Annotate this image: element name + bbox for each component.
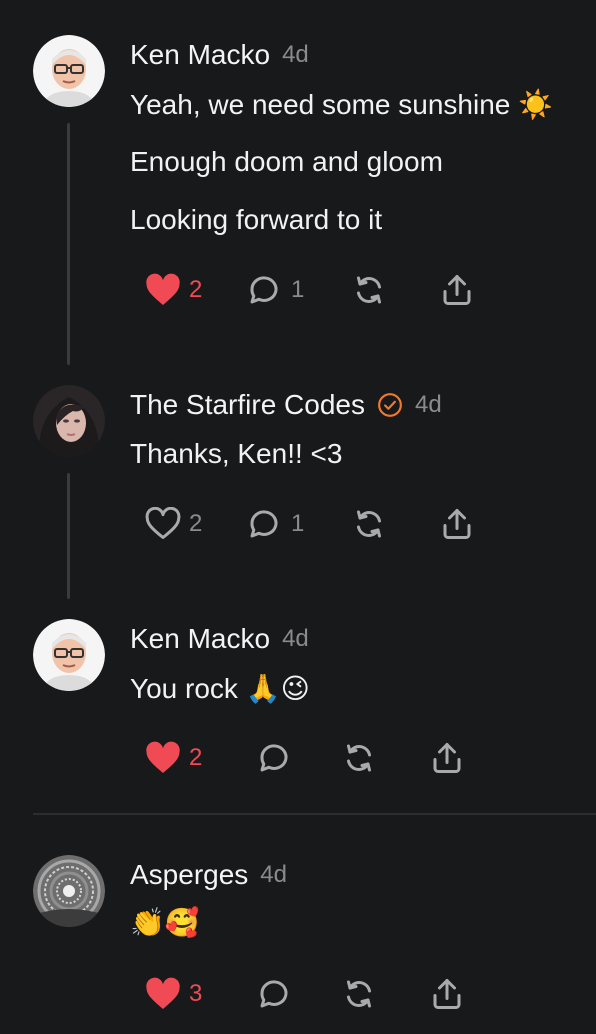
share-button[interactable] xyxy=(439,506,475,542)
like-button[interactable]: 3 xyxy=(145,977,255,1011)
heart-icon xyxy=(146,741,180,773)
repost-button[interactable] xyxy=(351,272,439,308)
repost-button[interactable] xyxy=(341,976,429,1012)
timestamp: 4d xyxy=(415,391,442,418)
like-button[interactable]: 2 xyxy=(145,273,245,307)
post-text-line: 👏🥰 xyxy=(130,907,200,938)
post-text-line: Looking forward to it xyxy=(130,204,383,235)
heart-icon xyxy=(146,977,180,1009)
share-icon xyxy=(443,275,471,305)
avatar[interactable] xyxy=(33,385,105,457)
avatar[interactable] xyxy=(33,855,105,927)
avatar[interactable] xyxy=(33,35,105,107)
reply-button[interactable] xyxy=(255,976,341,1012)
reply-button[interactable]: 1 xyxy=(245,272,351,308)
like-count: 2 xyxy=(189,276,203,303)
timestamp: 4d xyxy=(260,861,287,888)
author-name[interactable]: Asperges xyxy=(130,859,248,891)
repost-icon xyxy=(357,510,381,538)
comment-icon xyxy=(250,510,278,538)
like-count: 2 xyxy=(189,744,203,771)
comment-icon xyxy=(260,744,288,772)
post-text-line: Enough doom and gloom xyxy=(130,146,443,177)
repost-icon xyxy=(347,980,371,1008)
author-name[interactable]: The Starfire Codes xyxy=(130,389,365,421)
timestamp: 4d xyxy=(282,41,309,68)
timestamp: 4d xyxy=(282,625,309,652)
avatar[interactable] xyxy=(33,619,105,691)
share-button[interactable] xyxy=(429,976,465,1012)
reply-button[interactable]: 1 xyxy=(245,506,351,542)
repost-button[interactable] xyxy=(341,740,429,776)
divider xyxy=(33,813,596,815)
comment-icon xyxy=(250,276,278,304)
author-name[interactable]: Ken Macko xyxy=(130,39,270,71)
reply-count: 1 xyxy=(291,510,305,537)
like-count: 3 xyxy=(189,980,203,1007)
heart-icon xyxy=(146,273,180,305)
like-button[interactable]: 2 xyxy=(145,507,245,541)
verified-badge-icon xyxy=(378,393,402,417)
thread-line xyxy=(67,123,70,365)
post-text-line: Yeah, we need some sunshine ☀️ xyxy=(130,89,553,120)
heart-icon xyxy=(145,507,181,539)
repost-icon xyxy=(347,744,371,772)
repost-icon xyxy=(357,276,381,304)
share-icon xyxy=(443,509,471,539)
share-icon xyxy=(433,743,461,773)
repost-button[interactable] xyxy=(351,506,439,542)
reply-count: 1 xyxy=(291,276,305,303)
comment-icon xyxy=(260,980,288,1008)
share-button[interactable] xyxy=(429,740,465,776)
author-name[interactable]: Ken Macko xyxy=(130,623,270,655)
like-button[interactable]: 2 xyxy=(145,741,255,775)
post-text-line: Thanks, Ken!! <3 xyxy=(130,438,343,469)
post-text-line: You rock 🙏😉 xyxy=(130,673,310,704)
share-icon xyxy=(433,979,461,1009)
share-button[interactable] xyxy=(439,272,475,308)
thread-line xyxy=(67,473,70,599)
reply-button[interactable] xyxy=(255,740,341,776)
like-count: 2 xyxy=(189,510,203,537)
